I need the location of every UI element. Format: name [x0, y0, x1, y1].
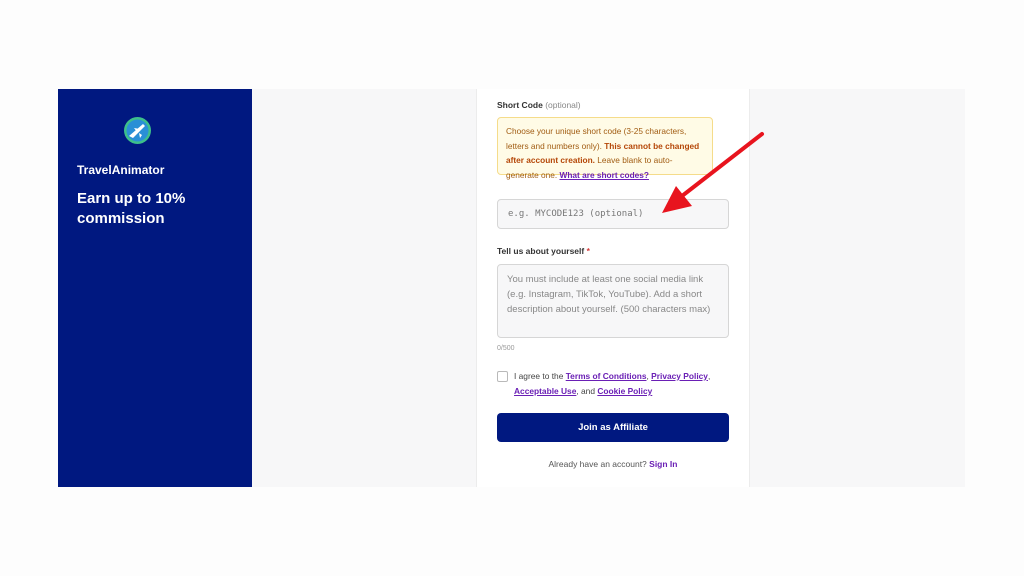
brand-name: TravelAnimator	[77, 163, 165, 177]
sidebar: TravelAnimator Earn up to 10% commission	[58, 89, 252, 487]
signin-row: Already have an account? Sign In	[548, 459, 678, 469]
short-code-notice: Choose your unique short code (3-25 char…	[497, 117, 713, 180]
acceptable-use-link[interactable]: Acceptable Use	[514, 386, 576, 396]
short-codes-help-link[interactable]: What are short codes?	[560, 170, 649, 180]
agree-label: I agree to the Terms of Conditions, Priv…	[514, 371, 711, 396]
privacy-link[interactable]: Privacy Policy	[651, 371, 708, 381]
character-counter: 0/500	[497, 345, 515, 352]
short-code-input[interactable]	[497, 199, 729, 229]
terms-link[interactable]: Terms of Conditions	[566, 371, 647, 381]
headline: Earn up to 10% commission	[77, 190, 186, 227]
about-label: Tell us about yourself *	[497, 246, 590, 256]
signup-form: Short Code (optional) Choose your unique…	[476, 89, 750, 487]
page-frame: TravelAnimator Earn up to 10% commission…	[58, 89, 965, 487]
short-code-label: Short Code (optional)	[497, 100, 581, 110]
sign-in-link[interactable]: Sign In	[649, 459, 677, 469]
cookie-policy-link[interactable]: Cookie Policy	[597, 386, 652, 396]
plane-globe-icon	[124, 117, 151, 144]
join-affiliate-button[interactable]: Join as Affiliate	[497, 413, 729, 442]
about-textarea[interactable]	[497, 264, 729, 338]
agree-checkbox[interactable]	[497, 371, 508, 382]
